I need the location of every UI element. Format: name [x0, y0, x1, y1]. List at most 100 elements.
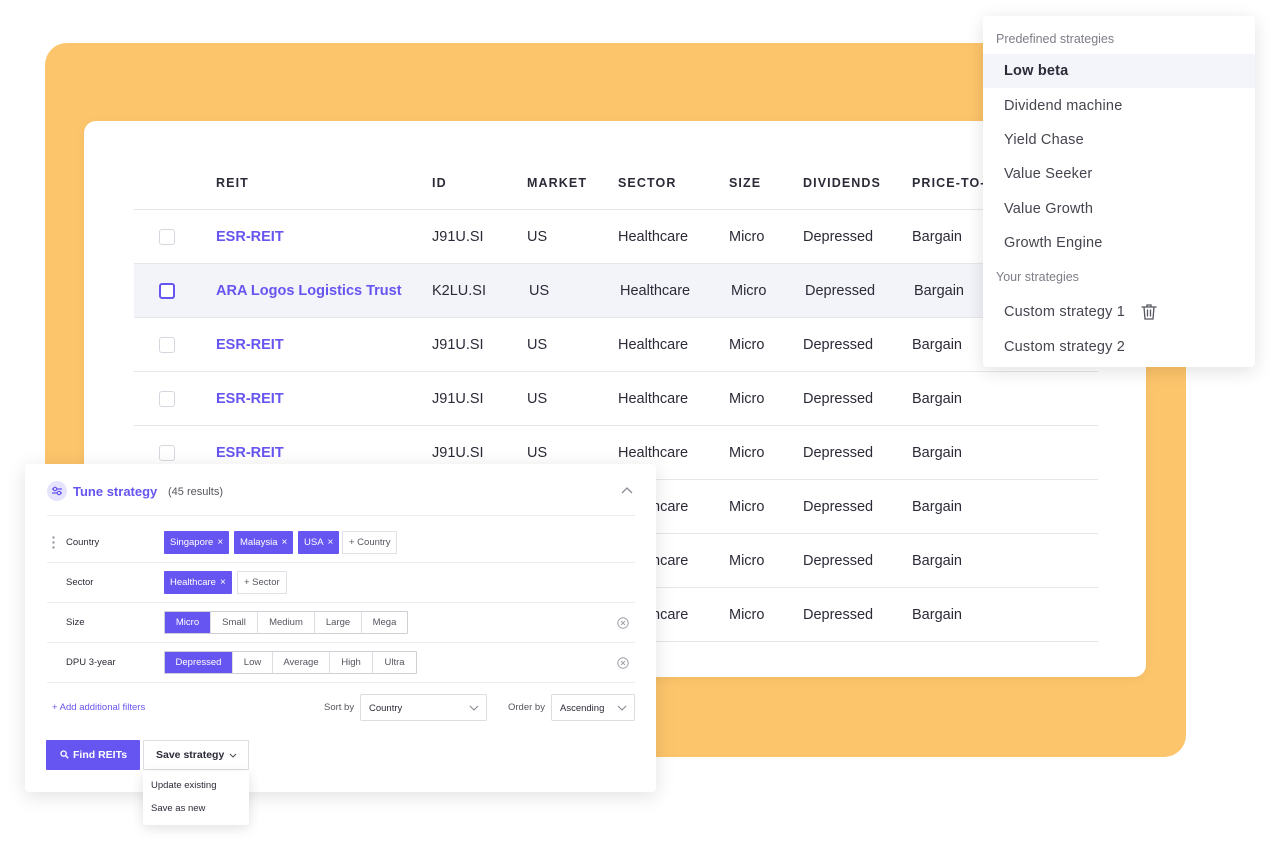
- reit-price: Bargain: [912, 391, 962, 407]
- dpu-option-high[interactable]: High: [330, 652, 373, 673]
- reit-name-link[interactable]: ESR-REIT: [216, 337, 284, 353]
- clear-filter-icon[interactable]: [617, 657, 629, 669]
- close-icon[interactable]: ×: [220, 577, 226, 588]
- chip-singapore[interactable]: Singapore ×: [164, 531, 230, 554]
- sort-by-value: Country: [369, 703, 403, 714]
- close-icon[interactable]: ×: [282, 537, 288, 548]
- chip-healthcare[interactable]: Healthcare ×: [164, 571, 232, 594]
- reit-sector: Healthcare: [618, 337, 689, 353]
- dpu-option-ultra[interactable]: Ultra: [373, 652, 416, 673]
- chip-label: Healthcare: [170, 577, 216, 588]
- strategy-item-dividend-machine[interactable]: Dividend machine: [983, 89, 1255, 123]
- menu-item-update-existing[interactable]: Update existing: [151, 780, 216, 791]
- save-strategy-label: Save strategy: [156, 749, 225, 761]
- strategy-item-growth-engine[interactable]: Growth Engine: [983, 226, 1255, 260]
- reit-price: Bargain: [914, 283, 964, 299]
- reit-name-link[interactable]: ESR-REIT: [216, 445, 284, 461]
- table-row[interactable]: ARA Logos Logistics Trust K2LU.SI US Hea…: [134, 264, 1098, 318]
- column-header-dividends[interactable]: DIVIDENDS: [803, 176, 881, 190]
- reit-market: US: [529, 283, 550, 299]
- reit-size: Micro: [729, 445, 765, 461]
- reit-market: US: [527, 229, 548, 245]
- chevron-down-icon: [469, 705, 479, 711]
- strategy-item-custom-2[interactable]: Custom strategy 2: [983, 330, 1255, 364]
- chip-malaysia[interactable]: Malaysia ×: [234, 531, 294, 554]
- order-by-label: Order by: [508, 702, 545, 713]
- reit-price: Bargain: [912, 499, 962, 515]
- reit-size: Micro: [729, 607, 765, 623]
- table-row[interactable]: ESR-REIT J91U.SI US Healthcare Micro Dep…: [134, 210, 1098, 264]
- row-checkbox[interactable]: [159, 229, 175, 245]
- reit-dividends: Depressed: [803, 499, 874, 515]
- size-option-small[interactable]: Small: [211, 612, 258, 633]
- size-option-micro[interactable]: Micro: [165, 612, 211, 633]
- column-header-market[interactable]: MARKET: [527, 176, 587, 190]
- chip-label: USA: [304, 537, 324, 548]
- strategy-item-value-seeker[interactable]: Value Seeker: [983, 157, 1255, 191]
- strategy-item-yield-chase[interactable]: Yield Chase: [983, 123, 1255, 157]
- sector-filter-label: Sector: [66, 577, 94, 588]
- order-by-select[interactable]: Ascending: [551, 694, 635, 721]
- dpu-segmented-control: Depressed Low Average High Ultra: [164, 651, 417, 674]
- find-reits-button[interactable]: Find REITs: [46, 740, 140, 770]
- trash-icon[interactable]: [1141, 303, 1157, 321]
- filter-row-size: Size Micro Small Medium Large Mega: [47, 603, 635, 643]
- row-checkbox[interactable]: [159, 283, 175, 299]
- menu-item-save-as-new[interactable]: Save as new: [151, 803, 205, 814]
- reit-name-link[interactable]: ESR-REIT: [216, 391, 284, 407]
- table-header: REIT ID MARKET SECTOR SIZE DIVIDENDS PRI…: [134, 121, 1098, 210]
- size-option-medium[interactable]: Medium: [258, 612, 315, 633]
- results-count: (45 results): [168, 486, 224, 498]
- reit-dividends: Depressed: [803, 229, 874, 245]
- save-strategy-button[interactable]: Save strategy: [143, 740, 249, 770]
- clear-filter-icon[interactable]: [617, 617, 629, 629]
- reit-dividends: Depressed: [803, 391, 874, 407]
- column-header-price-to[interactable]: PRICE-TO-: [912, 176, 986, 190]
- table-row[interactable]: ESR-REIT J91U.SI US Healthcare Micro Dep…: [134, 318, 1098, 372]
- add-sector-button[interactable]: + Sector: [237, 571, 287, 594]
- column-header-id[interactable]: ID: [432, 176, 447, 190]
- dpu-filter-label: DPU 3-year: [66, 657, 116, 668]
- strategy-dropdown: Predefined strategies Low beta Dividend …: [983, 16, 1255, 367]
- reit-market: US: [527, 445, 548, 461]
- strategy-item-low-beta[interactable]: Low beta: [983, 54, 1255, 88]
- row-checkbox[interactable]: [159, 445, 175, 461]
- country-filter-label: Country: [66, 537, 100, 548]
- table-row[interactable]: ESR-REIT J91U.SI US Healthcare Micro Dep…: [134, 372, 1098, 426]
- tune-strategy-title: Tune strategy: [73, 484, 158, 499]
- reit-name-link[interactable]: ESR-REIT: [216, 229, 284, 245]
- reit-price: Bargain: [912, 553, 962, 569]
- dpu-option-depressed[interactable]: Depressed: [165, 652, 233, 673]
- your-strategies-label: Your strategies: [996, 270, 1079, 284]
- column-header-sector[interactable]: SECTOR: [618, 176, 676, 190]
- chip-usa[interactable]: USA ×: [298, 531, 340, 554]
- drag-handle-icon[interactable]: [52, 536, 55, 549]
- chevron-down-icon: [229, 753, 237, 758]
- size-option-mega[interactable]: Mega: [362, 612, 407, 633]
- reit-sector: hcare: [652, 607, 689, 623]
- row-checkbox[interactable]: [159, 337, 175, 353]
- add-country-button[interactable]: + Country: [342, 531, 398, 554]
- strategy-item-value-growth[interactable]: Value Growth: [983, 192, 1255, 226]
- dpu-option-low[interactable]: Low: [233, 652, 273, 673]
- column-header-size[interactable]: SIZE: [729, 176, 761, 190]
- reit-id: J91U.SI: [432, 391, 484, 407]
- add-additional-filters-link[interactable]: + Add additional filters: [52, 702, 145, 713]
- filter-row-dpu: DPU 3-year Depressed Low Average High Ul…: [47, 643, 635, 683]
- chevron-up-icon[interactable]: [621, 486, 633, 494]
- reit-id: K2LU.SI: [432, 283, 486, 299]
- reit-dividends: Depressed: [803, 607, 874, 623]
- reit-name-link[interactable]: ARA Logos Logistics Trust: [216, 283, 402, 299]
- close-icon[interactable]: ×: [217, 537, 223, 548]
- close-icon[interactable]: ×: [328, 537, 334, 548]
- sort-by-select[interactable]: Country: [360, 694, 487, 721]
- reit-size: Micro: [729, 391, 765, 407]
- row-checkbox[interactable]: [159, 391, 175, 407]
- reit-sector: Healthcare: [618, 391, 689, 407]
- tune-strategy-header[interactable]: Tune strategy (45 results): [47, 464, 635, 516]
- size-option-large[interactable]: Large: [315, 612, 362, 633]
- strategy-item-custom-1[interactable]: Custom strategy 1: [983, 295, 1255, 329]
- column-header-reit[interactable]: REIT: [216, 176, 249, 190]
- dpu-option-average[interactable]: Average: [273, 652, 330, 673]
- reit-id: J91U.SI: [432, 229, 484, 245]
